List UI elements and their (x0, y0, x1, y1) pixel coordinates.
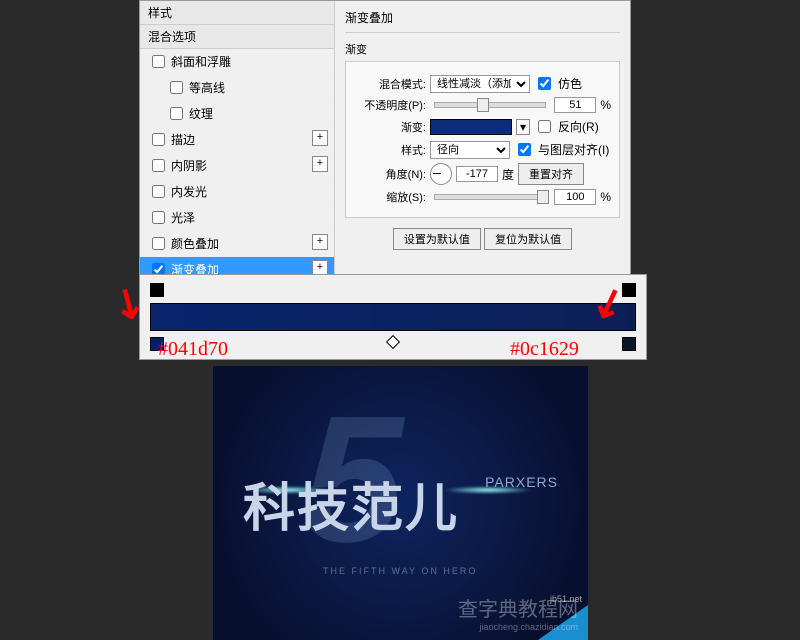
style-select[interactable]: 径向 (430, 141, 510, 159)
styles-header: 样式 (140, 1, 334, 25)
panel-title: 渐变叠加 (345, 7, 620, 33)
style-label: 纹理 (189, 105, 213, 122)
scale-unit: % (600, 190, 611, 204)
preview-image: 5 科技范儿 PARXERS THE FIFTH WAY ON HERO 查字典… (213, 366, 588, 640)
gradient-label: 渐变: (354, 119, 426, 135)
set-default-button[interactable]: 设置为默认值 (393, 228, 481, 250)
opacity-label: 不透明度(P): (354, 97, 426, 113)
hex-left-label: #041d70 (158, 338, 228, 361)
style-label: 描边 (171, 131, 195, 148)
add-effect-icon[interactable]: + (312, 130, 328, 146)
blend-mode-label: 混合模式: (354, 76, 426, 92)
style-checkbox[interactable] (152, 211, 165, 224)
add-effect-icon[interactable]: + (312, 234, 328, 250)
dither-label: 仿色 (558, 75, 582, 92)
preview-tagline: THE FIFTH WAY ON HERO (323, 566, 477, 576)
align-checkbox[interactable] (518, 143, 531, 156)
scale-slider[interactable] (434, 194, 546, 200)
style-label: 内发光 (171, 183, 207, 200)
style-label: 颜色叠加 (171, 235, 219, 252)
blend-options-header[interactable]: 混合选项 (140, 25, 334, 49)
style-item-4[interactable]: 内阴影 + (140, 153, 334, 179)
reverse-label: 反向(R) (558, 118, 599, 135)
corner-label: jb51.net (550, 594, 582, 604)
dither-checkbox[interactable] (538, 77, 551, 90)
style-label: 样式: (354, 142, 426, 158)
midpoint-handle[interactable] (386, 335, 400, 349)
style-label: 等高线 (189, 79, 225, 96)
color-stop-right[interactable] (622, 337, 636, 351)
gradient-dropdown-icon[interactable]: ▾ (516, 119, 530, 135)
preview-title: 科技范儿 (243, 466, 459, 541)
opacity-unit: % (600, 98, 611, 112)
style-checkbox[interactable] (152, 159, 165, 172)
angle-unit: 度 (502, 166, 514, 183)
opacity-stop-right[interactable] (622, 283, 636, 297)
angle-input[interactable] (456, 166, 498, 182)
style-checkbox[interactable] (152, 185, 165, 198)
reverse-checkbox[interactable] (538, 120, 551, 133)
style-checkbox[interactable] (170, 81, 183, 94)
style-checkbox[interactable] (170, 107, 183, 120)
align-label: 与图层对齐(I) (538, 141, 609, 158)
hex-right-label: #0c1629 (510, 338, 579, 361)
scale-label: 缩放(S): (354, 189, 426, 205)
style-label: 内阴影 (171, 157, 207, 174)
blend-mode-select[interactable]: 线性减淡（添加 ... (430, 75, 530, 93)
group-title: 渐变 (345, 41, 620, 57)
style-checkbox[interactable] (152, 55, 165, 68)
reset-default-button[interactable]: 复位为默认值 (484, 228, 572, 250)
angle-label: 角度(N): (354, 166, 426, 182)
angle-dial[interactable] (430, 163, 452, 185)
add-effect-icon[interactable]: + (312, 156, 328, 172)
gradient-bar[interactable] (150, 303, 636, 331)
opacity-input[interactable] (554, 97, 596, 113)
style-item-0[interactable]: 斜面和浮雕 (140, 49, 334, 75)
style-item-6[interactable]: 光泽 (140, 205, 334, 231)
style-checkbox[interactable] (152, 133, 165, 146)
style-item-5[interactable]: 内发光 (140, 179, 334, 205)
reset-align-button[interactable]: 重置对齐 (518, 163, 584, 185)
style-checkbox[interactable] (152, 237, 165, 250)
style-item-1[interactable]: 等高线 (140, 75, 334, 101)
scale-input[interactable] (554, 189, 596, 205)
gradient-swatch[interactable] (430, 119, 512, 135)
style-label: 斜面和浮雕 (171, 53, 231, 70)
preview-subtitle: PARXERS (485, 474, 558, 490)
style-item-3[interactable]: 描边 + (140, 127, 334, 153)
opacity-slider[interactable] (434, 102, 546, 108)
style-label: 光泽 (171, 209, 195, 226)
style-item-2[interactable]: 纹理 (140, 101, 334, 127)
style-item-7[interactable]: 颜色叠加 + (140, 231, 334, 257)
